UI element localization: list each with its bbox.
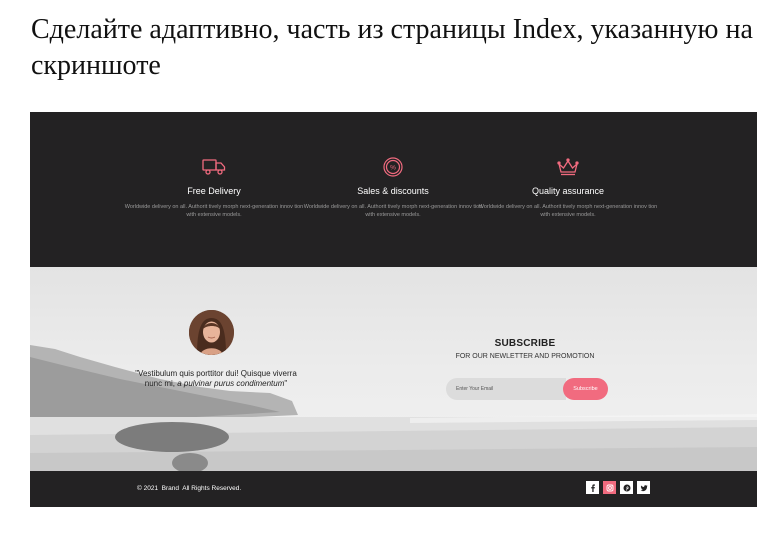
- feature-text: Worldwide delivery on all. Authorit tive…: [303, 204, 483, 218]
- feature-quality-assurance: Quality assurance Worldwide delivery on …: [478, 156, 658, 219]
- subscribe-subtitle: FOR OUR NEWLETTER AND PROMOTION: [455, 353, 595, 360]
- subscribe-form: Subscribe: [446, 378, 608, 400]
- instagram-icon[interactable]: [603, 481, 616, 494]
- page-mockup: Free Delivery Worldwide delivery on all.…: [30, 112, 757, 507]
- copyright-text: © 2021 Brand All Rights Reserved.: [137, 485, 242, 492]
- percent-badge-icon: %: [303, 156, 483, 178]
- footer: © 2021 Brand All Rights Reserved.: [30, 471, 757, 507]
- testimonial-quote: "Vestibulum quis porttitor dui! Quisque …: [126, 369, 306, 389]
- feature-title: Free Delivery: [187, 186, 241, 196]
- feature-text: Worldwide delivery on all. Authorit tive…: [124, 204, 304, 218]
- pinterest-icon[interactable]: [620, 481, 633, 494]
- task-heading: Сделайте адаптивно, часть из страницы In…: [31, 14, 753, 81]
- feature-title: Quality assurance: [531, 186, 605, 196]
- quote-close: ": [284, 379, 288, 388]
- subscribe-button[interactable]: Subscribe: [563, 378, 608, 400]
- subscribe-title: SUBSCRIBE: [494, 338, 556, 349]
- features-section: Free Delivery Worldwide delivery on all.…: [30, 112, 757, 267]
- delivery-truck-icon: [124, 156, 304, 178]
- feature-title: Sales & discounts: [357, 186, 429, 196]
- feature-sales-discounts: % Sales & discounts Worldwide delivery o…: [303, 156, 483, 219]
- twitter-icon[interactable]: [637, 481, 650, 494]
- avatar: [189, 310, 234, 355]
- social-links: [586, 481, 650, 494]
- svg-text:%: %: [390, 165, 396, 172]
- email-field[interactable]: [446, 378, 566, 400]
- crown-icon: [478, 156, 658, 178]
- quote-emphasis: a pulvinar purus condimentum: [177, 379, 285, 388]
- subscribe-block: SUBSCRIBE FOR OUR NEWLETTER AND PROMOTIO…: [440, 338, 610, 360]
- testimonial-subscribe-section: "Vestibulum quis porttitor dui! Quisque …: [30, 267, 757, 471]
- feature-free-delivery: Free Delivery Worldwide delivery on all.…: [124, 156, 304, 219]
- feature-text: Worldwide delivery on all. Authorit tive…: [478, 204, 658, 218]
- facebook-icon[interactable]: [586, 481, 599, 494]
